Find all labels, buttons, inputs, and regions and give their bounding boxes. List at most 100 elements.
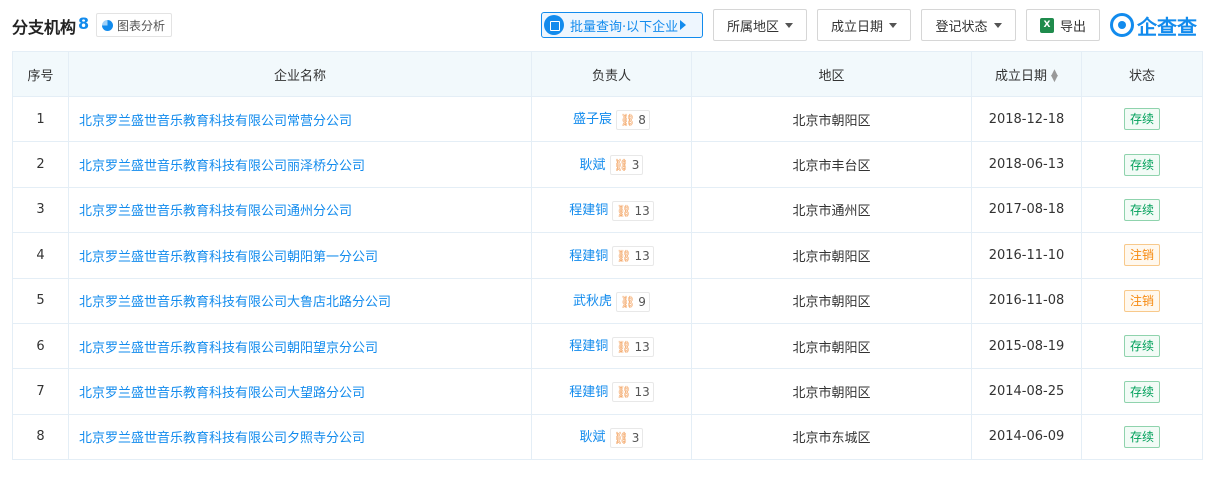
person-cell: 武秋虎 ⛓ 9 <box>531 277 692 324</box>
company-name-link[interactable]: 北京罗兰盛世音乐教育科技有限公司常营分公司 <box>68 95 532 143</box>
pie-chart-icon <box>102 19 113 31</box>
table-row: 2 北京罗兰盛世音乐教育科技有限公司丽泽桥分公司 耿斌 ⛓ 3 北京市丰台区 2018-06… <box>12 141 1203 188</box>
status-cell: 存续 <box>1081 95 1203 143</box>
person-cell: 程建铜 ⛓ 13 <box>531 322 692 370</box>
company-name-link[interactable]: 北京罗兰盛世音乐教育科技有限公司大鲁店北路分公司 <box>68 277 532 324</box>
relation-count-badge[interactable]: ⛓ 3 <box>609 155 644 176</box>
qichacha-logo: 企查查 <box>1110 11 1197 39</box>
status-badge: 存续 <box>1123 425 1160 448</box>
section-header: 分支机构 8 图表分析 批量查询·以下企业 所属地区 成立日期 登记状态 X 导… <box>0 0 1221 50</box>
section-title: 分支机构 <box>12 18 77 37</box>
person-cell: 程建铜 ⛓ 13 <box>531 186 692 234</box>
person-link[interactable]: 程建铜 <box>569 385 608 400</box>
caret-down-icon <box>993 22 1002 28</box>
export-button[interactable]: X 导出 <box>1026 9 1100 41</box>
status-badge: 存续 <box>1123 153 1160 176</box>
status-badge: 存续 <box>1123 380 1160 403</box>
logo-icon <box>1110 13 1134 37</box>
status-filter-label: 登记状态 <box>935 19 988 35</box>
relation-graph-icon: ⛓ <box>616 203 632 218</box>
table-row: 7 北京罗兰盛世音乐教育科技有限公司大望路分公司 程建铜 ⛓ 13 北京市朝阳区 2014-… <box>12 368 1203 415</box>
status-badge: 注销 <box>1123 244 1160 267</box>
relation-count-badge[interactable]: ⛓ 9 <box>616 291 650 312</box>
company-name-link[interactable]: 北京罗兰盛世音乐教育科技有限公司夕照寺分公司 <box>68 413 532 461</box>
date-cell: 2015-08-19 <box>971 322 1082 370</box>
region-cell: 北京市朝阳区 <box>691 95 972 143</box>
region-cell: 北京市朝阳区 <box>691 368 972 415</box>
relation-graph-icon: ⛓ <box>616 249 632 264</box>
person-link[interactable]: 程建铜 <box>569 203 608 218</box>
relation-count-badge[interactable]: ⛓ 8 <box>616 109 650 130</box>
logo-text: 企查查 <box>1137 14 1197 39</box>
batch-query-button[interactable]: 批量查询·以下企业 <box>541 12 703 38</box>
relation-count-badge[interactable]: ⛓ 13 <box>612 336 654 357</box>
table-row: 3 北京罗兰盛世音乐教育科技有限公司通州分公司 程建铜 ⛓ 13 北京市通州区 2017-0… <box>12 186 1203 234</box>
date-cell: 2016-11-08 <box>971 277 1082 324</box>
relation-count: 13 <box>634 385 650 400</box>
chart-analysis-button[interactable]: 图表分析 <box>96 13 173 37</box>
column-header-date-label: 成立日期 <box>995 68 1048 84</box>
person-link[interactable]: 程建铜 <box>569 339 608 354</box>
relation-graph-icon: ⛓ <box>613 158 629 173</box>
person-link[interactable]: 武秋虎 <box>573 294 612 309</box>
table-row: 1 北京罗兰盛世音乐教育科技有限公司常营分公司 盛子宸 ⛓ 8 北京市朝阳区 2018-12… <box>12 95 1203 143</box>
relation-count-badge[interactable]: ⛓ 13 <box>612 246 654 267</box>
date-cell: 2014-08-25 <box>971 368 1082 415</box>
status-badge: 存续 <box>1123 198 1160 221</box>
relation-count-badge[interactable]: ⛓ 3 <box>609 427 644 448</box>
relation-graph-icon: ⛓ <box>616 339 632 354</box>
person-link[interactable]: 耿斌 <box>580 158 606 173</box>
excel-icon: X <box>1039 17 1054 33</box>
status-cell: 存续 <box>1081 186 1203 234</box>
caret-down-icon <box>889 22 897 28</box>
region-filter-dropdown[interactable]: 所属地区 <box>713 9 807 41</box>
relation-graph-icon: ⛓ <box>613 430 629 445</box>
person-link[interactable]: 耿斌 <box>580 430 606 445</box>
relation-count: 9 <box>638 294 646 309</box>
region-cell: 北京市东城区 <box>691 413 972 461</box>
table-row: 8 北京罗兰盛世音乐教育科技有限公司夕照寺分公司 耿斌 ⛓ 3 北京市东城区 2014-06… <box>12 413 1203 461</box>
relation-count: 8 <box>638 112 646 127</box>
row-number: 5 <box>12 277 69 324</box>
batch-query-label: 批量查询·以下企业 <box>570 19 679 35</box>
status-badge: 存续 <box>1123 108 1160 131</box>
status-filter-dropdown[interactable]: 登记状态 <box>921 9 1016 41</box>
person-cell: 耿斌 ⛓ 3 <box>531 141 692 188</box>
play-arrow-icon <box>680 20 687 30</box>
relation-count: 13 <box>634 339 650 354</box>
column-header-no: 序号 <box>12 51 69 97</box>
table-row: 5 北京罗兰盛世音乐教育科技有限公司大鲁店北路分公司 武秋虎 ⛓ 9 北京市朝阳区 2016… <box>12 277 1203 324</box>
region-cell: 北京市朝阳区 <box>691 277 972 324</box>
status-cell: 注销 <box>1081 277 1203 324</box>
date-cell: 2014-06-09 <box>971 413 1082 461</box>
column-header-date[interactable]: 成立日期 ▲ ▼ <box>971 51 1082 97</box>
relation-graph-icon: ⛓ <box>620 294 636 309</box>
column-header-status: 状态 <box>1081 51 1203 97</box>
region-cell: 北京市丰台区 <box>691 141 972 188</box>
relation-count: 13 <box>634 203 650 218</box>
company-name-link[interactable]: 北京罗兰盛世音乐教育科技有限公司朝阳第一分公司 <box>68 232 532 279</box>
branch-table: 序号 企业名称 负责人 地区 成立日期 ▲ ▼ 状态 1 北京罗兰盛世音乐教育科技有限… <box>12 51 1203 461</box>
relation-count-badge[interactable]: ⛓ 13 <box>612 200 654 221</box>
company-name-link[interactable]: 北京罗兰盛世音乐教育科技有限公司大望路分公司 <box>68 368 532 415</box>
date-cell: 2016-11-10 <box>971 232 1082 279</box>
row-number: 2 <box>12 141 69 188</box>
date-cell: 2018-06-13 <box>971 141 1082 188</box>
sort-icon[interactable]: ▲ ▼ <box>1051 69 1058 84</box>
date-filter-dropdown[interactable]: 成立日期 <box>817 9 911 41</box>
export-label: 导出 <box>1059 19 1086 35</box>
relation-count-badge[interactable]: ⛓ 13 <box>612 382 654 403</box>
status-cell: 存续 <box>1081 368 1203 415</box>
company-name-link[interactable]: 北京罗兰盛世音乐教育科技有限公司朝阳望京分公司 <box>68 322 532 370</box>
person-link[interactable]: 程建铜 <box>569 249 608 264</box>
region-cell: 北京市通州区 <box>691 186 972 234</box>
company-name-link[interactable]: 北京罗兰盛世音乐教育科技有限公司丽泽桥分公司 <box>68 141 532 188</box>
status-cell: 存续 <box>1081 141 1203 188</box>
status-badge: 存续 <box>1123 335 1160 358</box>
company-name-link[interactable]: 北京罗兰盛世音乐教育科技有限公司通州分公司 <box>68 186 532 234</box>
person-link[interactable]: 盛子宸 <box>573 112 612 127</box>
table-row: 4 北京罗兰盛世音乐教育科技有限公司朝阳第一分公司 程建铜 ⛓ 13 北京市朝阳区 2016… <box>12 232 1203 279</box>
column-header-region: 地区 <box>691 51 972 97</box>
relation-graph-icon: ⛓ <box>620 112 636 127</box>
status-cell: 存续 <box>1081 413 1203 461</box>
